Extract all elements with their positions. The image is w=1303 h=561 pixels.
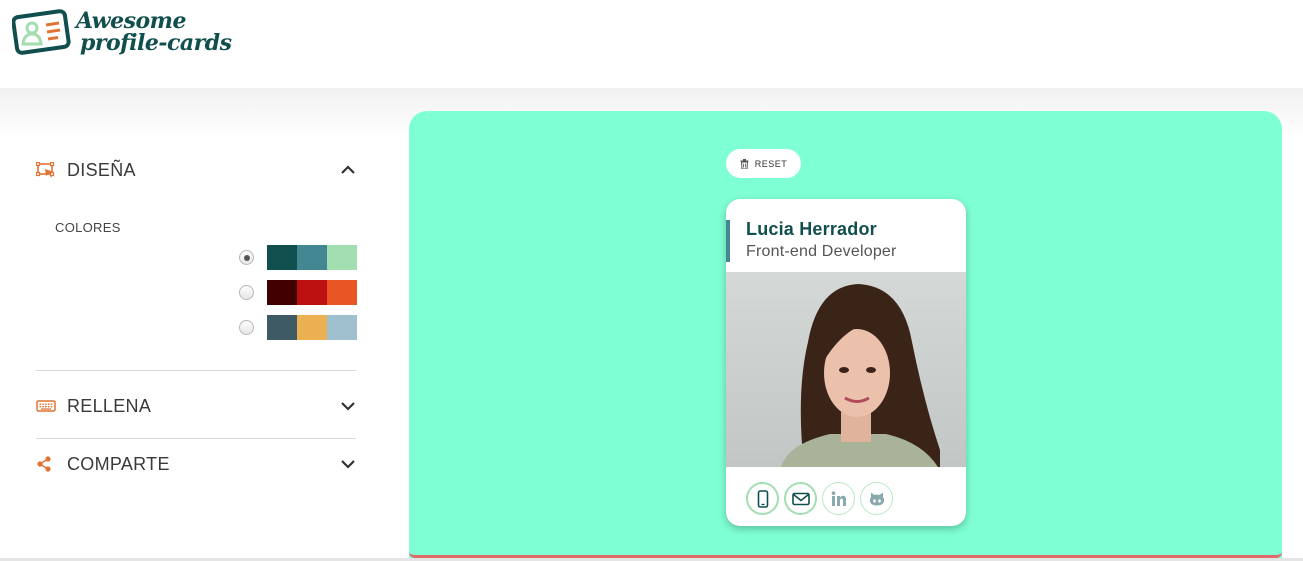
section-header-disena[interactable]: DISEÑA: [36, 155, 356, 185]
palette-option-1[interactable]: [239, 245, 357, 270]
social-links: [746, 482, 898, 515]
section-header-comparte[interactable]: COMPARTE: [36, 449, 356, 479]
card-preview-area: RESET Lucia Herrador Front-end Developer: [409, 111, 1282, 561]
logo[interactable]: Awesome profile-cards: [12, 8, 232, 56]
palette-option-2[interactable]: [239, 280, 357, 305]
colores-label: COLORES: [55, 220, 121, 235]
github-link[interactable]: [860, 482, 893, 515]
preview-bottom-edge: [409, 551, 1282, 558]
profile-photo-illustration: [726, 272, 966, 467]
app-header: Awesome profile-cards: [0, 0, 1303, 88]
profile-card: Lucia Herrador Front-end Developer: [726, 199, 966, 526]
logo-line-2: profile-cards: [80, 30, 232, 56]
palette-1-swatch-1: [267, 245, 297, 270]
palette-option-3[interactable]: [239, 315, 357, 340]
palette-1-swatch-2: [297, 245, 327, 270]
section-label-rellena: RELLENA: [67, 395, 152, 416]
profile-card-logo-icon: [12, 9, 71, 55]
github-icon: [869, 492, 884, 505]
design-icon: [36, 162, 55, 178]
palette-1-swatch-3: [327, 245, 357, 270]
mobile-icon: [757, 489, 768, 508]
palette-3-swatch-2: [297, 315, 327, 340]
card-name: Lucia Herrador: [746, 219, 877, 239]
card-accent-bar: [726, 220, 730, 262]
email-icon: [791, 492, 810, 505]
section-divider: [36, 370, 356, 371]
trash-icon: [740, 158, 749, 169]
palette-radio-2[interactable]: [239, 285, 254, 300]
mobile-link[interactable]: [746, 482, 779, 515]
palette-2-swatch-2: [297, 280, 327, 305]
card-job: Front-end Developer: [746, 243, 897, 260]
logo-text: Awesome profile-cards: [76, 8, 232, 56]
palette-radio-1[interactable]: [239, 250, 254, 265]
linkedin-link[interactable]: [822, 482, 855, 515]
share-icon: [37, 456, 51, 472]
logo-line-1: Awesome: [76, 8, 186, 34]
section-divider: [36, 438, 356, 439]
palette-2-swatch-1: [267, 280, 297, 305]
profile-photo: [726, 272, 966, 467]
chevron-down-icon[interactable]: [340, 456, 356, 472]
palette-3-swatch-3: [327, 315, 357, 340]
main-area: DISEÑA COLORES RELLENA COMPARTE RESET Lu…: [0, 88, 1303, 561]
linkedin-icon: [831, 490, 846, 506]
email-link[interactable]: [784, 482, 817, 515]
section-header-rellena[interactable]: RELLENA: [36, 391, 356, 421]
section-label-comparte: COMPARTE: [67, 453, 170, 474]
palette-3-swatch-1: [267, 315, 297, 340]
palette-radio-3[interactable]: [239, 320, 254, 335]
chevron-up-icon[interactable]: [340, 162, 356, 178]
reset-label: RESET: [754, 158, 788, 169]
reset-button[interactable]: RESET: [726, 149, 801, 178]
section-label-disena: DISEÑA: [67, 159, 136, 180]
chevron-down-icon[interactable]: [340, 398, 356, 414]
keyboard-icon: [36, 400, 56, 412]
palette-2-swatch-3: [327, 280, 357, 305]
